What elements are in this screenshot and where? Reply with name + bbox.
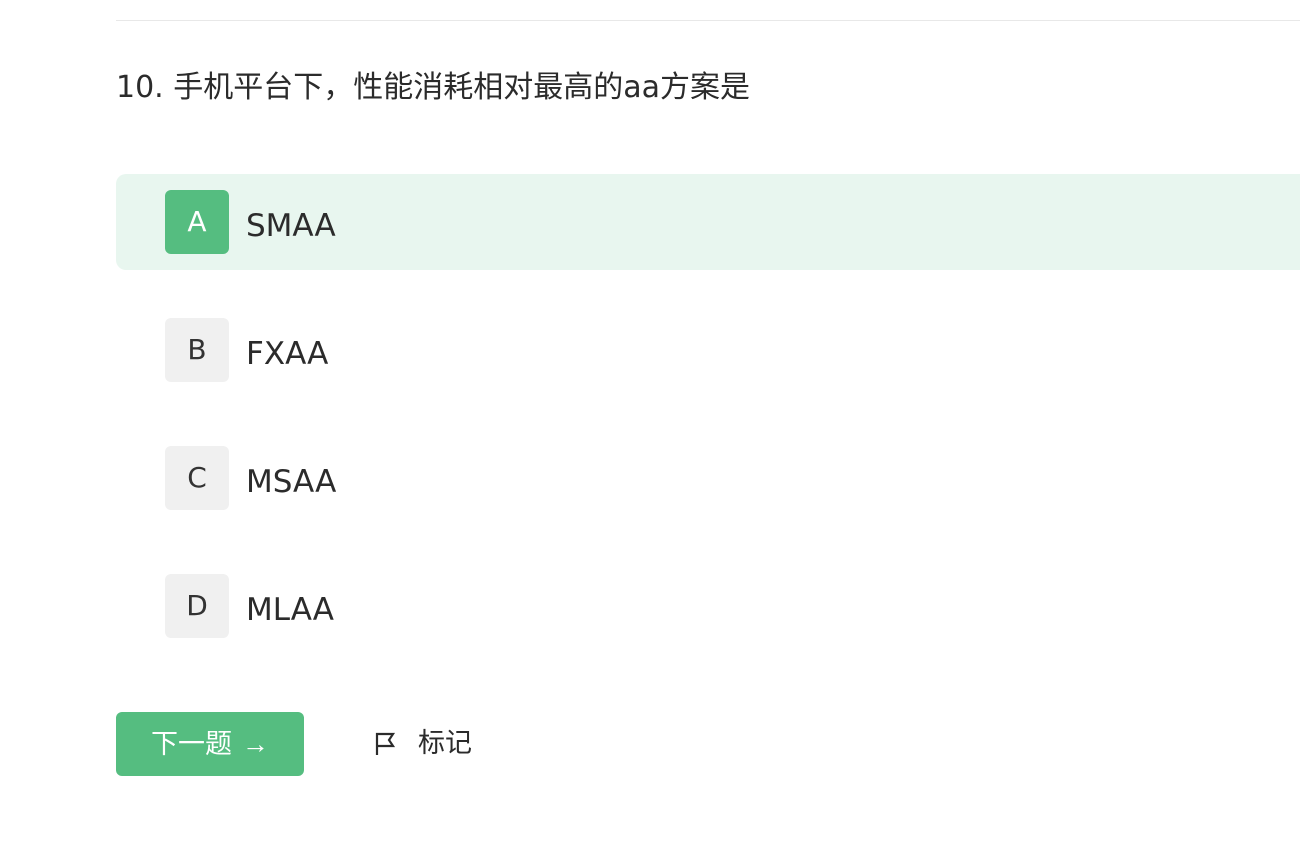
option-d-letter: D: [165, 574, 229, 638]
option-b[interactable]: B FXAA: [116, 302, 1300, 398]
question-title: 10. 手机平台下，性能消耗相对最高的aa方案是: [116, 70, 751, 105]
next-question-label: 下一题: [151, 729, 232, 759]
mark-button[interactable]: 标记: [372, 712, 472, 776]
option-b-letter: B: [165, 318, 229, 382]
flag-icon: [372, 731, 398, 757]
quiz-page: 10. 手机平台下，性能消耗相对最高的aa方案是 A SMAA B FXAA C…: [0, 0, 1300, 866]
option-a[interactable]: A SMAA: [116, 174, 1300, 270]
option-c-letter: C: [165, 446, 229, 510]
next-question-button[interactable]: 下一题 →: [116, 712, 304, 776]
option-a-text: SMAA: [246, 208, 336, 244]
top-divider: [116, 20, 1300, 21]
option-a-letter: A: [165, 190, 229, 254]
option-d-text: MLAA: [246, 592, 335, 628]
option-d[interactable]: D MLAA: [116, 558, 1300, 654]
option-c-text: MSAA: [246, 464, 337, 500]
option-b-text: FXAA: [246, 336, 329, 372]
arrow-right-icon: →: [242, 729, 269, 759]
option-c[interactable]: C MSAA: [116, 430, 1300, 526]
mark-label: 标记: [418, 728, 472, 759]
